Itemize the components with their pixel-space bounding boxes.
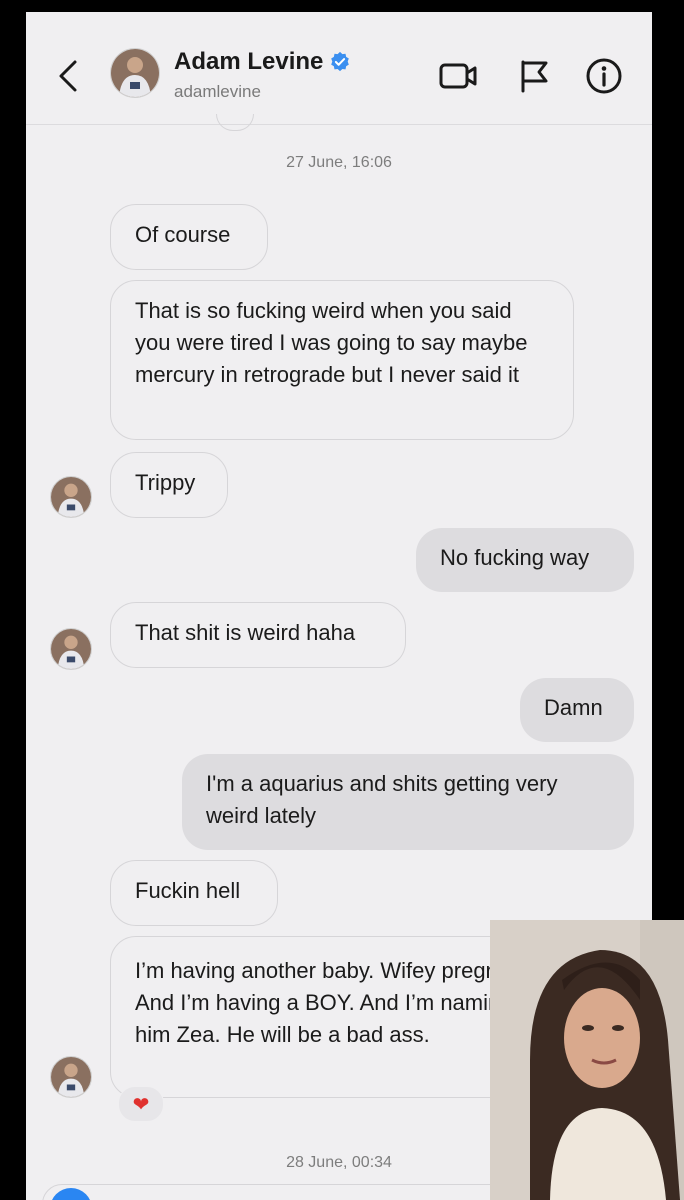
report-button[interactable]: [514, 56, 554, 96]
contact-handle: adamlevine: [174, 82, 261, 101]
video-call-icon: [439, 63, 477, 89]
back-chevron-icon: [59, 60, 77, 92]
message-bubble-outgoing[interactable]: Damn: [520, 678, 634, 742]
message-bubble-incoming[interactable]: Of course: [110, 204, 268, 270]
message-bubble-incoming[interactable]: Trippy: [110, 452, 228, 518]
flag-icon: [521, 60, 548, 93]
sender-avatar[interactable]: [50, 1056, 92, 1098]
chat-header: Adam Levine adamlevine: [26, 12, 652, 125]
previous-message-edge: [216, 114, 254, 131]
person-video-image: [490, 920, 684, 1200]
verified-badge-icon: [331, 51, 350, 72]
heart-icon: ❤: [132, 1093, 150, 1116]
avatar-image: [51, 629, 91, 669]
message-bubble-incoming[interactable]: That shit is weird haha: [110, 602, 406, 668]
video-call-button[interactable]: [438, 56, 478, 96]
profile-avatar[interactable]: [110, 48, 160, 98]
info-icon: [586, 58, 622, 94]
video-overlay-thumbnail: [490, 920, 684, 1200]
info-button[interactable]: [584, 56, 624, 96]
message-bubble-incoming[interactable]: Fuckin hell: [110, 860, 278, 926]
sender-avatar[interactable]: [50, 628, 92, 670]
message-bubble-outgoing[interactable]: I'm a aquarius and shits getting very we…: [182, 754, 634, 850]
avatar-image: [111, 49, 159, 97]
timestamp-divider: 27 June, 16:06: [286, 154, 392, 171]
message-bubble-outgoing[interactable]: No fucking way: [416, 528, 634, 592]
heart-reaction[interactable]: ❤: [118, 1086, 164, 1122]
contact-name: Adam Levine: [174, 48, 324, 75]
avatar-image: [51, 477, 91, 517]
back-button[interactable]: [54, 58, 82, 94]
avatar-image: [51, 1057, 91, 1097]
message-bubble-incoming[interactable]: That is so fucking weird when you said y…: [110, 280, 574, 440]
sender-avatar[interactable]: [50, 476, 92, 518]
